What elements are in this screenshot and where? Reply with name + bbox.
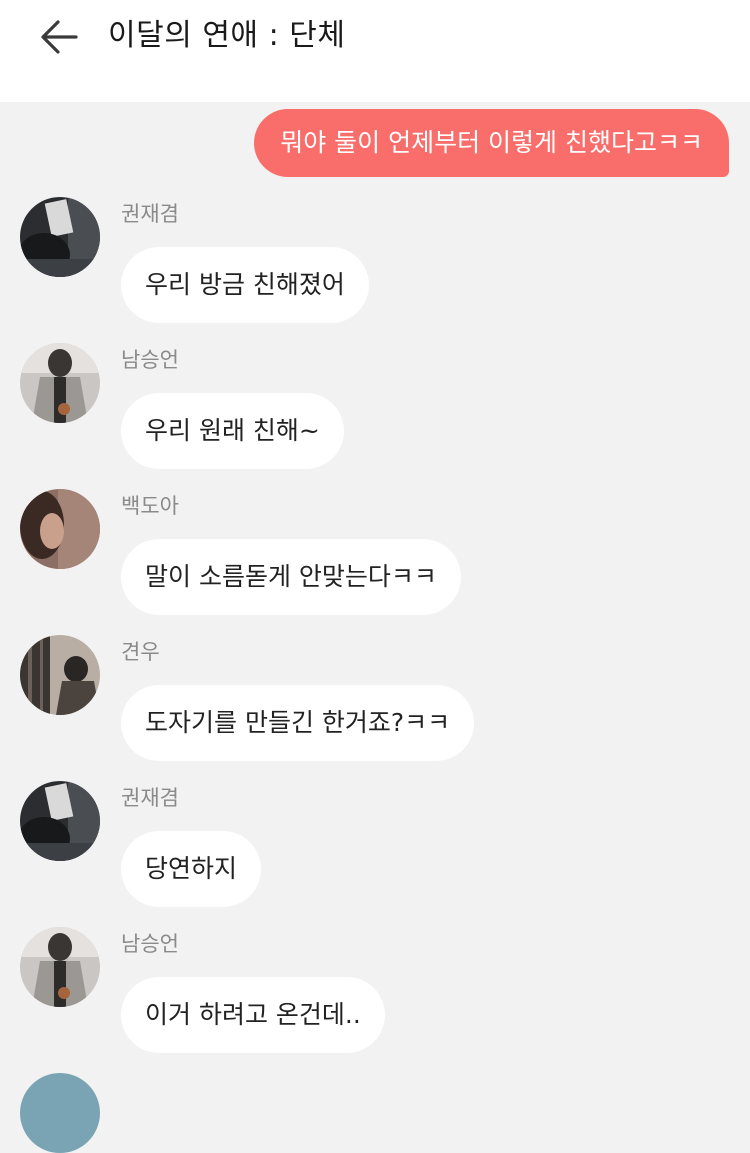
message-bubble[interactable]: 말이 소름돋게 안맞는다ㅋㅋ: [121, 539, 461, 615]
message-item: 권재겸 당연하지: [0, 781, 750, 927]
avatar[interactable]: [20, 489, 100, 569]
sender-name: 권재겸: [121, 202, 179, 226]
sender-name: 남승언: [121, 932, 179, 956]
avatar[interactable]: [20, 635, 100, 715]
message-item: 권재겸 우리 방금 친해졌어: [0, 197, 750, 343]
message-item: 견우 도자기를 만들긴 한거죠?ㅋㅋ: [0, 635, 750, 781]
sender-name: 남승언: [121, 348, 179, 372]
message-item: 남승언 우리 원래 친해~: [0, 343, 750, 489]
chat-room-title: 이달의 연애 : 단체: [108, 18, 346, 53]
sender-name: 견우: [121, 640, 160, 664]
message-item: 남승언 이거 하려고 온건데..: [0, 927, 750, 1073]
app-header: 이달의 연애 : 단체: [0, 0, 750, 102]
message-bubble[interactable]: 이거 하려고 온건데..: [121, 977, 385, 1053]
sender-name: 백도아: [121, 494, 179, 518]
avatar[interactable]: [20, 197, 100, 277]
message-bubble[interactable]: 우리 원래 친해~: [121, 393, 344, 469]
back-button[interactable]: [36, 16, 84, 58]
message-item: 백도아 말이 소름돋게 안맞는다ㅋㅋ: [0, 489, 750, 635]
my-message-bubble[interactable]: 뭐야 둘이 언제부터 이렇게 친했다고ㅋㅋ: [254, 109, 729, 177]
avatar[interactable]: [20, 781, 100, 861]
message-bubble[interactable]: 당연하지: [121, 831, 262, 907]
avatar[interactable]: [20, 343, 100, 423]
avatar[interactable]: [20, 1073, 100, 1153]
arrow-left-icon: [41, 20, 78, 54]
avatar[interactable]: [20, 927, 100, 1007]
message-bubble[interactable]: 도자기를 만들긴 한거죠?ㅋㅋ: [121, 685, 475, 761]
sender-name: 권재겸: [121, 786, 179, 810]
chat-message-list[interactable]: 뭐야 둘이 언제부터 이렇게 친했다고ㅋㅋ 권재겸 우리 방금 친해졌어 남승언…: [0, 102, 750, 1077]
message-bubble[interactable]: 우리 방금 친해졌어: [121, 247, 369, 323]
